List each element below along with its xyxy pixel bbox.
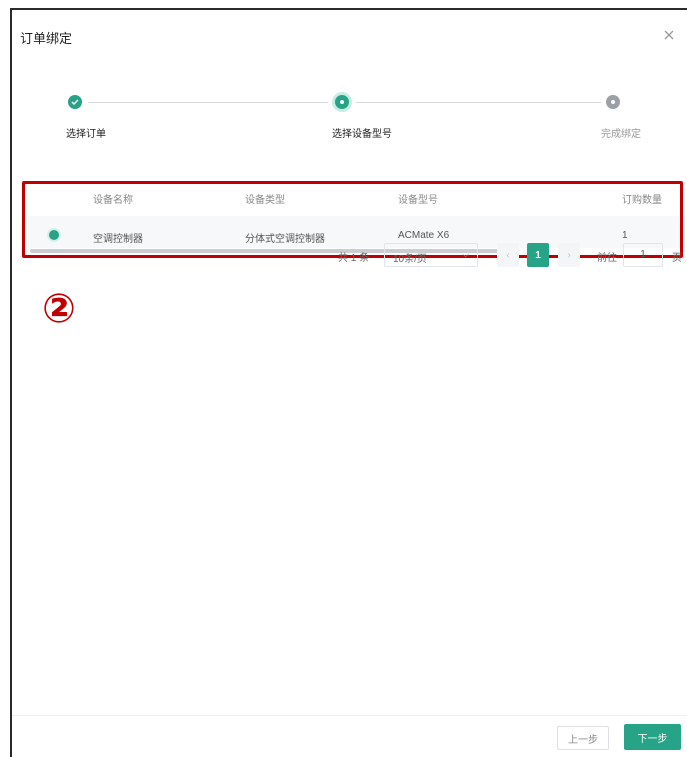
- step-label-complete: 完成绑定: [601, 129, 641, 140]
- page-size-value: 10条/页: [393, 254, 427, 265]
- chevron-down-icon: ⌵: [462, 249, 469, 259]
- prev-page-button[interactable]: ‹: [497, 243, 519, 267]
- pagination: 共 1 条 10条/页 ⌵ ‹ 1 › 前往 1 页: [0, 243, 687, 269]
- dialog-title: 订单绑定: [20, 31, 73, 46]
- annotation-step-marker: ②: [42, 287, 76, 331]
- step-3-pending-icon: [606, 95, 620, 109]
- step-2-active-icon: [335, 95, 349, 109]
- previous-step-button[interactable]: 上一步: [557, 726, 609, 750]
- close-icon[interactable]: [662, 28, 676, 42]
- step-label-select-order: 选择订单: [66, 129, 106, 140]
- page-size-select[interactable]: 10条/页 ⌵: [384, 243, 478, 267]
- step-connector: [88, 102, 328, 103]
- next-page-button[interactable]: ›: [558, 243, 580, 267]
- next-step-button[interactable]: 下一步: [624, 724, 681, 750]
- steps-bar: 选择订单 选择设备型号 完成绑定: [0, 90, 687, 150]
- step-label-select-model: 选择设备型号: [332, 129, 392, 140]
- pagination-total: 共 1 条: [338, 253, 370, 264]
- page-number-current[interactable]: 1: [527, 243, 549, 267]
- goto-page-input[interactable]: 1: [623, 243, 663, 267]
- step-1-check-icon: [68, 95, 82, 109]
- footer-divider: [12, 715, 687, 716]
- goto-suffix: 页: [672, 253, 682, 264]
- step-connector: [356, 102, 601, 103]
- goto-label: 前往: [597, 253, 617, 264]
